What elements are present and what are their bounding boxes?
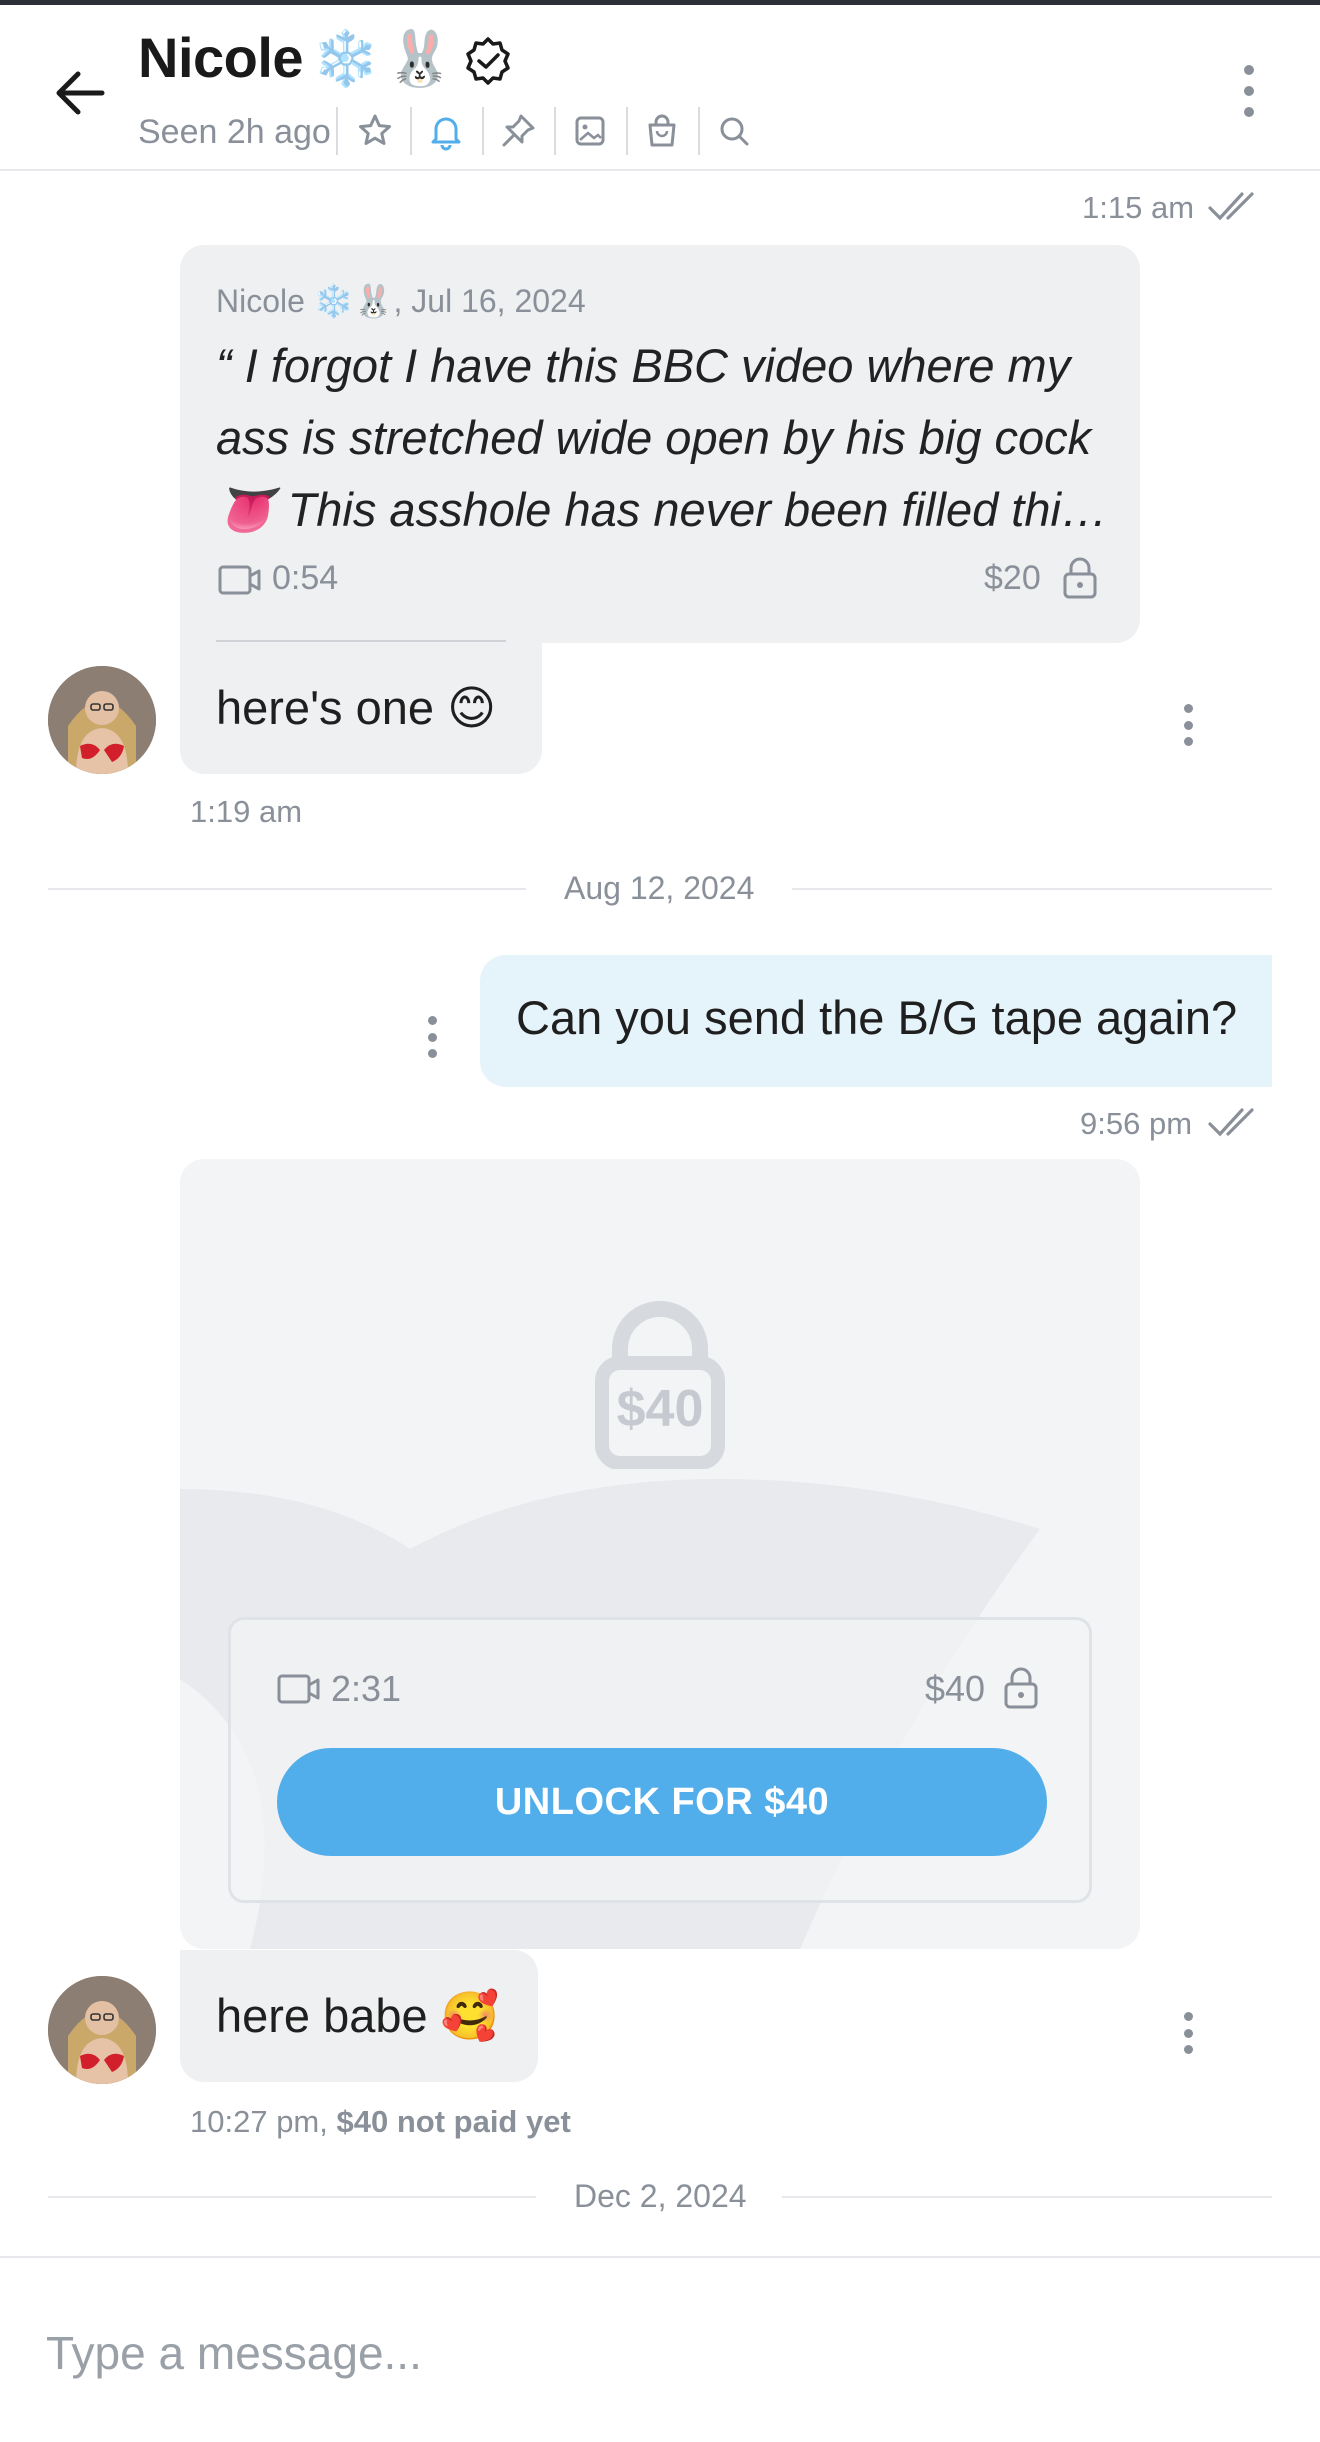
lock-icon xyxy=(1063,557,1097,599)
payment-status: $40 not paid yet xyxy=(336,2104,571,2139)
separator xyxy=(336,107,338,155)
separator xyxy=(698,107,700,155)
arrow-left-icon xyxy=(56,71,105,115)
quote-divider xyxy=(216,640,506,642)
divider-line xyxy=(792,888,1272,890)
date-divider: Dec 2, 2024 xyxy=(574,2178,747,2214)
back-button[interactable] xyxy=(44,57,116,129)
video-icon xyxy=(218,565,261,595)
read-receipt-icon xyxy=(1208,1108,1254,1137)
last-seen-status: Seen 2h ago xyxy=(138,113,331,151)
quote-author: Nicole ❄️🐰, Jul 16, 2024 xyxy=(216,283,586,319)
separator xyxy=(554,107,556,155)
read-receipt-icon xyxy=(1208,192,1254,221)
bunny-emoji: 🐰 xyxy=(386,29,454,89)
message-input[interactable] xyxy=(46,2318,1246,2388)
separator xyxy=(482,107,484,155)
verified-badge-icon xyxy=(466,37,510,85)
bell-icon[interactable] xyxy=(426,111,466,151)
message-options-icon[interactable] xyxy=(1184,2012,1196,2054)
contact-name[interactable]: Nicole xyxy=(138,25,304,90)
video-icon xyxy=(277,1674,320,1704)
message-text: here's one 😊 xyxy=(216,681,497,734)
image-icon[interactable] xyxy=(570,111,610,151)
pin-icon[interactable] xyxy=(498,111,538,151)
message-time: 1:19 am xyxy=(190,794,303,829)
divider-line xyxy=(48,2196,536,2198)
avatar[interactable] xyxy=(48,1976,156,2084)
quote-line: 👅 This asshole has never been filled thi… xyxy=(216,483,1106,536)
quote-line: “ I forgot I have this BBC video where m… xyxy=(216,339,1071,392)
message-time: 10:27 pm, $40 not paid yet xyxy=(190,2104,571,2140)
snowflake-emoji: ❄️ xyxy=(312,29,380,89)
more-options-icon[interactable] xyxy=(1244,65,1256,117)
chat-header: Nicole ❄️ 🐰 Seen 2h ago xyxy=(0,5,1320,171)
message-time: 9:56 pm xyxy=(1080,1106,1193,1141)
message-options-icon[interactable] xyxy=(428,1016,440,1058)
message-options-icon[interactable] xyxy=(1184,704,1196,746)
media-info-panel: 2:31 $40 UNLOCK FOR $40 xyxy=(228,1617,1092,1903)
quote-text: “ I forgot I have this BBC video where m… xyxy=(216,330,1106,546)
video-price: $40 xyxy=(925,1668,986,1709)
video-duration: 2:31 xyxy=(331,1668,402,1709)
video-price: $20 xyxy=(984,559,1041,597)
divider-line xyxy=(782,2196,1272,2198)
message-text: Can you send the B/G tape again? xyxy=(516,991,1238,1044)
divider-line xyxy=(48,888,526,890)
date-divider: Aug 12, 2024 xyxy=(564,870,755,906)
separator xyxy=(410,107,412,155)
unlock-button[interactable]: UNLOCK FOR $40 xyxy=(277,1748,1047,1856)
quote-line: ass is stretched wide open by his big co… xyxy=(216,411,1092,464)
message-composer xyxy=(0,2256,1320,2442)
message-text: here babe 🥰 xyxy=(216,1989,500,2042)
lock-icon xyxy=(1004,1667,1038,1709)
lock-price: $40 xyxy=(616,1380,704,1438)
video-duration: 0:54 xyxy=(272,559,339,597)
message-time: 1:15 am xyxy=(1082,190,1195,225)
time-text: 10:27 pm, xyxy=(190,2104,328,2139)
star-icon[interactable] xyxy=(355,111,395,151)
search-icon[interactable] xyxy=(714,111,754,151)
avatar[interactable] xyxy=(48,666,156,774)
separator xyxy=(626,107,628,155)
locked-media-card[interactable]: $40 2:31 $40 UNLOCK FOR $40 xyxy=(180,1159,1140,1949)
shopping-bag-icon[interactable] xyxy=(642,111,682,151)
